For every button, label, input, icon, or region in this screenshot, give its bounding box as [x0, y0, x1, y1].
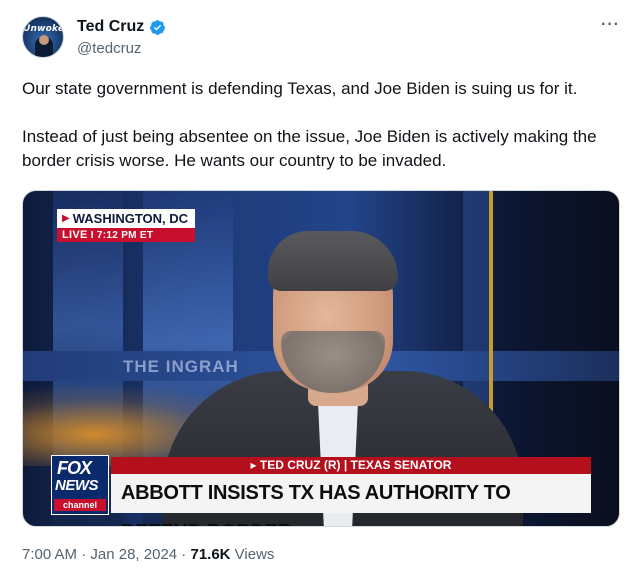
- more-horizontal-icon[interactable]: ···: [601, 17, 620, 33]
- avatar[interactable]: Unwoke: [22, 16, 64, 58]
- live-label: LIVE I 7:12 PM ET: [57, 228, 195, 242]
- tweet-paragraph: Instead of just being absentee on the is…: [22, 127, 597, 170]
- location-text: WASHINGTON, DC: [72, 211, 189, 226]
- tweet-media-image[interactable]: THE INGRAH ▶ WASHINGTON, DC LIVE I 7:12 …: [22, 190, 620, 527]
- author-display-name[interactable]: Ted Cruz: [77, 18, 144, 36]
- hair: [268, 231, 398, 291]
- tweet-header: Unwoke Ted Cruz @tedcruz ···: [22, 16, 622, 64]
- location-label: ▶ WASHINGTON, DC: [57, 209, 195, 228]
- name-row: Ted Cruz: [77, 18, 166, 36]
- news-logo-text: NEWS: [55, 477, 99, 494]
- news-chyron: FOX NEWS channel ▸ TED CRUZ (R) | TEXAS …: [51, 455, 591, 526]
- verified-badge-icon[interactable]: [149, 19, 166, 36]
- tweet-date[interactable]: Jan 28, 2024: [90, 546, 177, 563]
- views-label: Views: [230, 546, 275, 563]
- meta-separator: ·: [77, 546, 91, 563]
- location-bug: ▶ WASHINGTON, DC LIVE I 7:12 PM ET: [57, 209, 195, 242]
- channel-logo-text: channel: [54, 499, 106, 511]
- views-count[interactable]: 71.6K: [190, 546, 230, 563]
- author-block: Ted Cruz @tedcruz: [77, 18, 166, 57]
- avatar-face: [39, 35, 49, 45]
- tweet-text: Our state government is defending Texas,…: [22, 77, 622, 173]
- chyron-headline: ABBOTT INSISTS TX HAS AUTHORITY TO DEFEN…: [111, 474, 591, 526]
- fox-logo-text: FOX: [57, 458, 92, 478]
- author-handle[interactable]: @tedcruz: [77, 40, 166, 57]
- live-time: 7:12 PM ET: [96, 230, 154, 241]
- avatar-text: Unwoke: [23, 24, 64, 34]
- tweet-time[interactable]: 7:00 AM: [22, 546, 77, 563]
- tweet-paragraph: Our state government is defending Texas,…: [22, 79, 578, 98]
- chyron-name-bar: ▸ TED CRUZ (R) | TEXAS SENATOR: [111, 457, 591, 474]
- live-text: LIVE: [62, 229, 88, 241]
- meta-separator: ·: [177, 546, 191, 563]
- play-arrow-icon: ▶: [62, 213, 70, 224]
- fox-news-logo: FOX NEWS channel: [51, 455, 109, 515]
- tweet-meta: 7:00 AM · Jan 28, 2024 · 71.6K Views: [22, 546, 274, 563]
